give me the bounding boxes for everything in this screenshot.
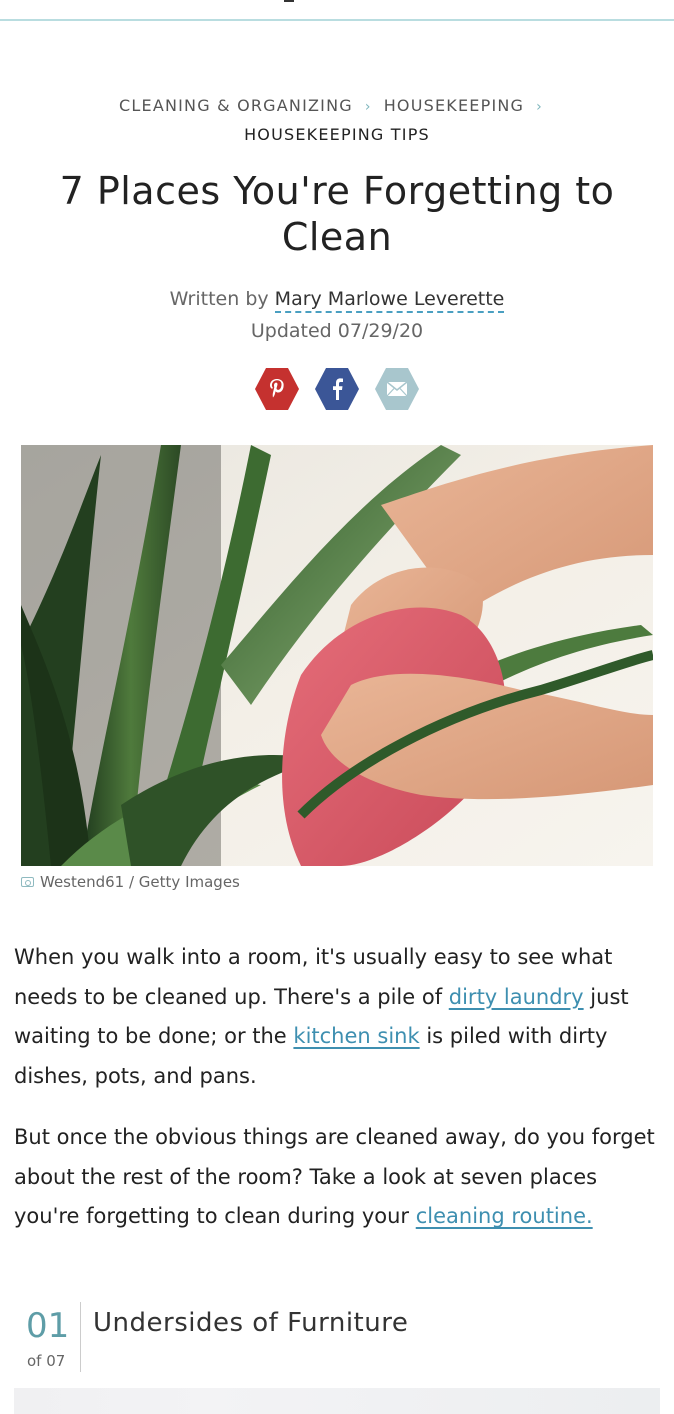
hero-image <box>21 445 653 866</box>
article-byline: Written by Mary Marlowe Leverette Update… <box>0 283 674 347</box>
camera-icon <box>21 877 34 887</box>
second-paragraph: But once the obvious things are cleaned … <box>14 1118 664 1237</box>
list-step-header: 01 of 07 Undersides of Furniture <box>14 1300 664 1372</box>
hero-photo-plant-cleaning <box>21 445 653 866</box>
kitchen-sink-link[interactable]: kitchen sink <box>293 1024 419 1048</box>
share-buttons <box>0 368 674 410</box>
cleaning-routine-link[interactable]: cleaning routine. <box>416 1204 593 1228</box>
step-image-preview <box>14 1388 660 1414</box>
top-header-bar <box>0 0 674 21</box>
image-credit: Westend61 / Getty Images <box>40 873 240 891</box>
step-title: Undersides of Furniture <box>93 1308 409 1338</box>
written-by-label: Written by <box>169 288 269 310</box>
chevron-right-icon: › <box>364 99 372 115</box>
step-divider <box>80 1302 81 1372</box>
chevron-right-icon: › <box>536 99 543 115</box>
breadcrumb-cleaning-organizing[interactable]: CLEANING & ORGANIZING <box>119 96 353 115</box>
breadcrumb: CLEANING & ORGANIZING › HOUSEKEEPING › HOUS… <box>0 92 674 149</box>
pinterest-share-button[interactable] <box>255 368 299 410</box>
pinterest-icon <box>270 379 284 398</box>
breadcrumb-housekeeping[interactable]: HOUSEKEEPING <box>384 96 524 115</box>
facebook-icon <box>333 378 343 400</box>
updated-date: Updated 07/29/20 <box>250 320 424 342</box>
article-title: 7 Places You're Forgetting to Clean <box>59 169 615 259</box>
header-logo-fragment <box>284 0 294 2</box>
breadcrumb-housekeeping-tips[interactable]: HOUSEKEEPING TIPS <box>244 125 430 144</box>
intro-paragraph: When you walk into a room, it's usually … <box>14 938 664 1096</box>
email-share-button[interactable] <box>375 368 419 410</box>
author-link[interactable]: Mary Marlowe Leverette <box>274 288 505 313</box>
facebook-share-button[interactable] <box>315 368 359 410</box>
dirty-laundry-link[interactable]: dirty laundry <box>449 985 584 1009</box>
step-count: of 07 <box>27 1352 66 1370</box>
image-caption: Westend61 / Getty Images <box>21 872 240 892</box>
email-icon <box>386 381 408 397</box>
step-number: 01 <box>26 1306 70 1346</box>
